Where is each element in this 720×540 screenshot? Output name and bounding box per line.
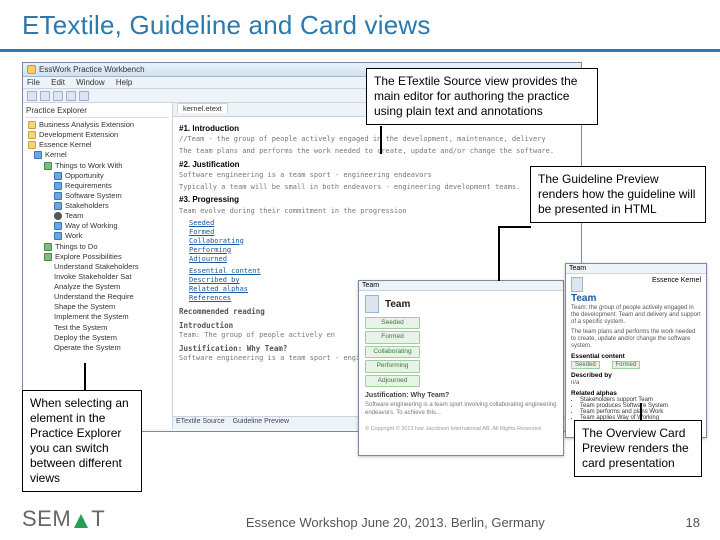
slide-title: ETextile, Guideline and Card views: [22, 10, 720, 41]
tree-item: Understand Stakeholders: [26, 262, 169, 272]
text-line: Software engineering is a team sport - e…: [179, 171, 575, 180]
slide-footer: SEM T Essence Workshop June 20, 2013. Be…: [0, 492, 720, 540]
tree-item: Team: [26, 211, 169, 221]
tree-item: Requirements: [26, 181, 169, 191]
callout-pointer: [380, 126, 382, 154]
guideline-tab[interactable]: Team: [359, 281, 563, 291]
tree-item: Software System: [26, 191, 169, 201]
overview-tab[interactable]: Team: [566, 264, 706, 274]
tree-item: Explore Possibilities: [26, 252, 169, 262]
overview-card-panel: Team Essence Kernel Team Team: the group…: [565, 263, 707, 438]
stage-pill: Seeded: [365, 317, 420, 329]
callout-explorer: When selecting an element in the Practic…: [22, 390, 142, 492]
heading: #3. Progressing: [179, 195, 575, 205]
heading: #2. Justification: [179, 160, 575, 170]
menu-window[interactable]: Window: [76, 78, 104, 87]
explorer-tree[interactable]: Business Analysis Extension Development …: [26, 120, 169, 353]
link[interactable]: Essential content: [179, 267, 575, 276]
logo-text: T: [91, 506, 105, 532]
state-pill: Formed: [612, 361, 641, 369]
app-icon: [27, 65, 36, 74]
footer-text: Essence Workshop June 20, 2013. Berlin, …: [105, 515, 685, 532]
logo-text: SEM: [22, 506, 71, 532]
overview-title: Team: [566, 293, 706, 304]
tree-item: Understand the Require: [26, 292, 169, 302]
callout-pointer: [640, 403, 642, 421]
tree-item: Development Extension: [26, 130, 169, 140]
page-number: 18: [686, 515, 700, 532]
tree-item: Opportunity: [26, 171, 169, 181]
stage-pill: Performing: [365, 360, 420, 372]
logo-triangle-icon: [72, 510, 90, 528]
slide-title-bar: ETextile, Guideline and Card views: [0, 0, 720, 52]
guideline-sub: Justification: Why Team?: [365, 391, 557, 400]
tree-item: Work: [26, 231, 169, 241]
text-line: Team evolve during their commitment in t…: [179, 207, 575, 216]
overview-desc: Team: the group of people actively engag…: [566, 304, 706, 328]
tree-item: Business Analysis Extension: [26, 120, 169, 130]
menu-file[interactable]: File: [27, 78, 40, 87]
callout-overview-card: The Overview Card Preview renders the ca…: [574, 420, 702, 477]
link[interactable]: Formed: [179, 228, 575, 237]
stage-pill: Adjourned: [365, 375, 420, 387]
section-label: Related alphas: [566, 388, 706, 397]
tree-item: Kernel: [26, 150, 169, 160]
ide-window-title: EssWork Practice Workbench: [39, 65, 145, 74]
section-label: Essential content: [566, 351, 706, 360]
tree-item: Analyze the System: [26, 282, 169, 292]
overview-bullets: Stakeholders support Team Team produces …: [566, 397, 706, 421]
text-line: //Team - the group of people actively en…: [179, 135, 575, 144]
guideline-stages: Seeded Formed Collaborating Performing A…: [365, 317, 557, 387]
slide-stage: EssWork Practice Workbench File Edit Win…: [0, 58, 720, 488]
section-label: Described by: [566, 370, 706, 379]
tree-item: Shape the System: [26, 302, 169, 312]
tree-item: Things to Work With: [26, 161, 169, 171]
heading: #1. Introduction: [179, 124, 575, 134]
card-icon: [365, 295, 379, 313]
toolbar-button[interactable]: [79, 91, 89, 101]
tree-item: Operate the System: [26, 343, 169, 353]
toolbar-button[interactable]: [40, 91, 50, 101]
semat-logo: SEM T: [22, 506, 105, 532]
card-icon: [571, 277, 583, 292]
link[interactable]: Collaborating: [179, 237, 575, 246]
tree-item: Test the System: [26, 323, 169, 333]
tree-item: Essence Kernel: [26, 140, 169, 150]
guideline-title: Team: [385, 298, 410, 311]
link[interactable]: Performing: [179, 246, 575, 255]
na-label: n/a: [566, 379, 706, 388]
text-line: The team plans and performs the work nee…: [179, 147, 575, 156]
state-pill: Seeded: [571, 361, 600, 369]
toolbar-button[interactable]: [66, 91, 76, 101]
callout-pointer: [498, 226, 500, 281]
stage-pill: Collaborating: [365, 346, 420, 358]
callout-guideline-preview: The Guideline Preview renders how the gu…: [530, 166, 706, 223]
tree-item: Deploy the System: [26, 333, 169, 343]
guideline-preview-panel: Team Team Seeded Formed Collaborating Pe…: [358, 280, 564, 456]
guideline-body-text: Software engineering is a team sport inv…: [365, 402, 557, 418]
stage-pill: Formed: [365, 331, 420, 343]
toolbar-button[interactable]: [53, 91, 63, 101]
link[interactable]: Adjourned: [179, 255, 575, 264]
callout-pointer: [84, 363, 86, 391]
practice-explorer[interactable]: Practice Explorer Business Analysis Exte…: [23, 103, 173, 429]
toolbar-button[interactable]: [27, 91, 37, 101]
tree-item: Things to Do: [26, 242, 169, 252]
callout-source-view: The ETextile Source view provides the ma…: [366, 68, 598, 125]
tab-guideline-preview[interactable]: Guideline Preview: [233, 418, 289, 425]
tab-etextile-source[interactable]: ETextile Source: [176, 418, 225, 425]
tree-item: Way of Working: [26, 221, 169, 231]
explorer-title: Practice Explorer: [26, 105, 169, 118]
overview-desc2: The team plans and performs the work nee…: [566, 328, 706, 352]
callout-pointer: [498, 226, 531, 228]
menu-edit[interactable]: Edit: [51, 78, 65, 87]
kernel-label: Essence Kernel: [652, 277, 701, 292]
editor-tab[interactable]: kernel.etext: [177, 103, 228, 113]
tree-item: Stakeholders: [26, 201, 169, 211]
tree-item: Invoke Stakeholder Sat: [26, 272, 169, 282]
menu-help[interactable]: Help: [116, 78, 132, 87]
text-line: Typically a team will be small in both e…: [179, 183, 575, 192]
tree-item: Implement the System: [26, 312, 169, 322]
copyright: © Copyright © 2013 Ivar Jacobson Interna…: [365, 426, 557, 433]
